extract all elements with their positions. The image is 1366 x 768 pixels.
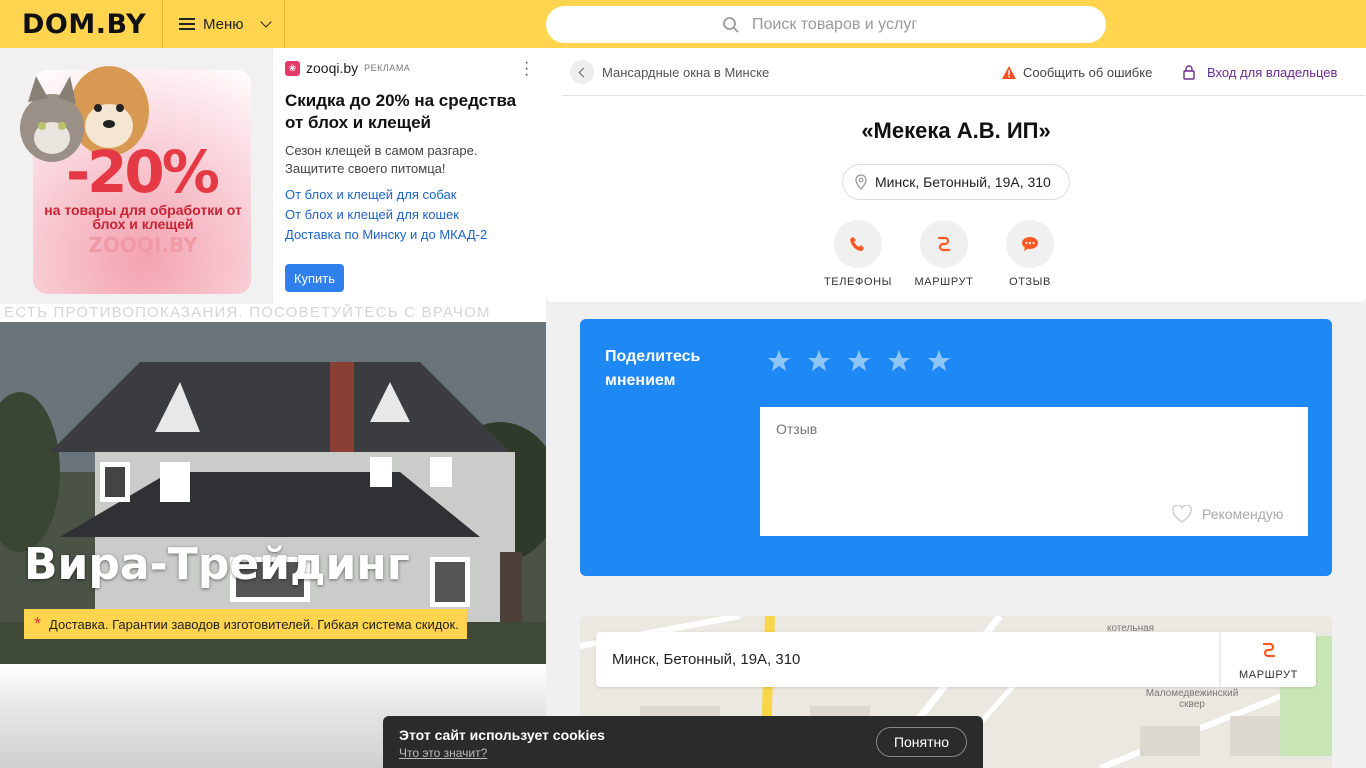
page-title: «Мекека А.В. ИП»: [861, 118, 1051, 143]
search-input[interactable]: [752, 15, 1052, 34]
cookie-text: Этот сайт использует cookies: [399, 727, 605, 743]
review-button[interactable]: ОТЗЫВ: [990, 220, 1070, 288]
ad-image-brand: ZOOQI.BY: [88, 233, 198, 257]
ad-link-dogs[interactable]: От блох и клещей для собак: [285, 185, 535, 205]
ad-image-subtitle: на товары для обработки от блох и клещей: [44, 202, 242, 232]
route-label: МАРШРУТ: [914, 276, 974, 288]
ad-content: ❀ zooqi.by РЕКЛАМА Скидка до 20% на сред…: [285, 60, 535, 245]
route-button[interactable]: МАРШРУТ: [904, 220, 984, 288]
ad-discount-text: -20%: [66, 138, 220, 206]
hamburger-icon: [179, 18, 195, 30]
menu-label: Меню: [203, 15, 244, 33]
buy-button[interactable]: Купить: [285, 264, 344, 292]
route-icon: [920, 220, 968, 268]
menu-button[interactable]: Меню: [163, 0, 285, 48]
breadcrumb-label[interactable]: Мансардные окна в Минске: [602, 65, 769, 80]
rating-stars[interactable]: [767, 349, 951, 373]
map-label-park: Маломедвежинский сквер: [1145, 688, 1239, 710]
recommend-toggle[interactable]: Рекомендую: [1172, 505, 1283, 523]
banner-badge: * Доставка. Гарантии заводов изготовител…: [24, 609, 467, 639]
review-title: Поделитесь мнением: [605, 348, 701, 389]
site-logo[interactable]: DOM.BY: [22, 9, 146, 40]
breadcrumb[interactable]: Мансардные окна в Минске: [570, 60, 769, 84]
phones-button[interactable]: ТЕЛЕФОНЫ: [818, 220, 898, 288]
phone-icon: [834, 220, 882, 268]
address-text: Минск, Бетонный, 19А, 310: [875, 174, 1051, 190]
location-pin-icon: [855, 174, 867, 190]
map-route-label: МАРШРУТ: [1239, 669, 1298, 681]
ad-link-cats[interactable]: От блох и клещей для кошек: [285, 205, 535, 225]
ad-tag: РЕКЛАМА: [364, 63, 411, 73]
company-card: Мансардные окна в Минске Сообщить об оши…: [546, 48, 1366, 302]
more-options-icon[interactable]: · · ·: [524, 55, 530, 83]
owner-login-label: Вход для владельцев: [1207, 65, 1338, 80]
report-error-label: Сообщить об ошибке: [1023, 65, 1153, 80]
star-icon[interactable]: [847, 349, 871, 373]
owner-login-link[interactable]: Вход для владельцев: [1183, 65, 1337, 80]
site-header: DOM.BY Меню: [0, 0, 1366, 48]
ad-source-domain: zooqi.by: [306, 60, 359, 76]
search-bar[interactable]: [546, 6, 1106, 43]
banner-badge-text: Доставка. Гарантии заводов изготовителей…: [49, 616, 459, 632]
search-icon: [723, 16, 739, 33]
cookie-info-link[interactable]: Что это значит?: [399, 746, 487, 760]
route-icon: [1262, 642, 1275, 658]
chevron-down-icon: [259, 16, 272, 28]
star-icon[interactable]: [807, 349, 831, 373]
review-label: ОТЗЫВ: [1009, 276, 1051, 288]
star-icon[interactable]: [887, 349, 911, 373]
recommend-label: Рекомендую: [1202, 506, 1284, 522]
cookie-banner: Этот сайт использует cookies Что это зна…: [383, 716, 983, 768]
map-route-button[interactable]: МАРШРУТ: [1220, 632, 1316, 687]
heart-icon: [1172, 505, 1192, 523]
ad-source[interactable]: ❀ zooqi.by РЕКЛАМА: [285, 60, 535, 76]
star-icon[interactable]: [767, 349, 791, 373]
cookie-accept-button[interactable]: Понятно: [876, 727, 967, 757]
report-error-link[interactable]: Сообщить об ошибке: [1002, 65, 1152, 80]
map-address: Минск, Бетонный, 19А, 310: [596, 632, 1220, 687]
address-pill[interactable]: Минск, Бетонный, 19А, 310: [842, 164, 1070, 200]
back-icon[interactable]: [570, 60, 594, 84]
ad-block[interactable]: -20% на товары для обработки от блох и к…: [0, 48, 546, 304]
ad-disclaimer: ЕСТЬ ПРОТИВОПОКАЗАНИЯ. ПОСОВЕТУЙТЕСЬ С В…: [0, 304, 546, 322]
banner-company-name: Вира-Трейдинг: [24, 539, 410, 590]
asterisk-icon: *: [34, 614, 42, 634]
company-banner[interactable]: Вира-Трейдинг * Доставка. Гарантии завод…: [0, 322, 546, 664]
ad-link-delivery[interactable]: Доставка по Минску и до МКАД-2: [285, 225, 535, 245]
paw-icon: ❀: [285, 60, 300, 76]
ad-links: От блох и клещей для собак От блох и кле…: [285, 185, 535, 245]
chat-bubble-icon: [1006, 220, 1054, 268]
star-icon[interactable]: [927, 349, 951, 373]
lock-icon: [1183, 65, 1195, 80]
review-form: Поделитесь мнением Рекомендую: [580, 319, 1332, 576]
ad-title[interactable]: Скидка до 20% на средства от блох и клещ…: [285, 90, 535, 134]
phones-label: ТЕЛЕФОНЫ: [823, 276, 892, 288]
ad-image[interactable]: -20% на товары для обработки от блох и к…: [0, 48, 273, 304]
warning-icon: [1002, 66, 1016, 79]
divider: [562, 95, 1365, 96]
ad-text: Сезон клещей в самом разгаре. Защитите с…: [285, 143, 478, 176]
